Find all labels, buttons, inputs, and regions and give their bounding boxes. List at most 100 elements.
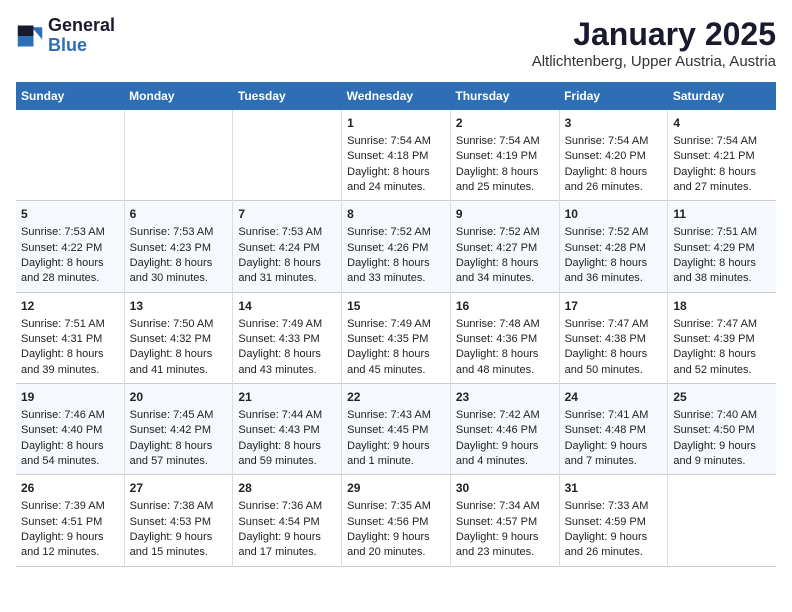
day-info: Sunrise: 7:39 AM bbox=[21, 499, 119, 514]
calendar-cell: 29Sunrise: 7:35 AMSunset: 4:56 PMDayligh… bbox=[342, 475, 451, 566]
day-number: 1 bbox=[347, 115, 445, 132]
calendar-cell: 15Sunrise: 7:49 AMSunset: 4:35 PMDayligh… bbox=[342, 292, 451, 383]
day-number: 5 bbox=[21, 206, 119, 223]
logo-line2: Blue bbox=[48, 36, 115, 56]
day-number: 24 bbox=[565, 389, 663, 406]
day-info: Daylight: 8 hours bbox=[238, 256, 336, 271]
day-info: Daylight: 8 hours bbox=[456, 347, 554, 362]
day-number: 2 bbox=[456, 115, 554, 132]
calendar-subtitle: Altlichtenberg, Upper Austria, Austria bbox=[532, 53, 776, 70]
day-number: 17 bbox=[565, 298, 663, 315]
calendar-cell: 23Sunrise: 7:42 AMSunset: 4:46 PMDayligh… bbox=[450, 384, 559, 475]
logo-text: General Blue bbox=[48, 16, 115, 56]
day-info: Sunset: 4:18 PM bbox=[347, 149, 445, 164]
column-header-tuesday: Tuesday bbox=[233, 82, 342, 110]
day-info: Daylight: 8 hours bbox=[130, 439, 228, 454]
calendar-cell: 3Sunrise: 7:54 AMSunset: 4:20 PMDaylight… bbox=[559, 110, 668, 201]
day-number: 22 bbox=[347, 389, 445, 406]
column-header-monday: Monday bbox=[124, 82, 233, 110]
day-info: and 50 minutes. bbox=[565, 363, 663, 378]
day-info: Sunrise: 7:36 AM bbox=[238, 499, 336, 514]
calendar-cell bbox=[124, 110, 233, 201]
day-info: Sunset: 4:46 PM bbox=[456, 423, 554, 438]
day-number: 11 bbox=[673, 206, 771, 223]
day-info: Sunset: 4:20 PM bbox=[565, 149, 663, 164]
day-info: Sunrise: 7:46 AM bbox=[21, 408, 119, 423]
day-info: Sunrise: 7:54 AM bbox=[456, 134, 554, 149]
day-info: and 9 minutes. bbox=[673, 454, 771, 469]
day-info: Daylight: 8 hours bbox=[238, 439, 336, 454]
day-info: Sunrise: 7:54 AM bbox=[347, 134, 445, 149]
day-info: Daylight: 8 hours bbox=[565, 165, 663, 180]
day-info: and 33 minutes. bbox=[347, 271, 445, 286]
day-info: Sunrise: 7:45 AM bbox=[130, 408, 228, 423]
day-info: Sunrise: 7:49 AM bbox=[238, 317, 336, 332]
day-info: Daylight: 8 hours bbox=[673, 256, 771, 271]
calendar-cell: 21Sunrise: 7:44 AMSunset: 4:43 PMDayligh… bbox=[233, 384, 342, 475]
day-info: and 28 minutes. bbox=[21, 271, 119, 286]
day-info: Daylight: 8 hours bbox=[456, 165, 554, 180]
calendar-cell: 4 Sunrise: 7:54 AMSunset: 4:21 PMDaylight… bbox=[668, 110, 776, 201]
calendar-week-row: 26Sunrise: 7:39 AMSunset: 4:51 PMDayligh… bbox=[16, 475, 776, 566]
day-info: Sunrise: 7:53 AM bbox=[21, 225, 119, 240]
day-info: Sunset: 4:51 PM bbox=[21, 515, 119, 530]
calendar-cell: 7Sunrise: 7:53 AMSunset: 4:24 PMDaylight… bbox=[233, 201, 342, 292]
day-info: Sunset: 4:57 PM bbox=[456, 515, 554, 530]
day-info: Sunset: 4:43 PM bbox=[238, 423, 336, 438]
calendar-cell: 2Sunrise: 7:54 AMSunset: 4:19 PMDaylight… bbox=[450, 110, 559, 201]
day-info: Daylight: 9 hours bbox=[456, 530, 554, 545]
day-info: and 39 minutes. bbox=[21, 363, 119, 378]
day-info: Daylight: 8 hours bbox=[565, 347, 663, 362]
day-info: Daylight: 8 hours bbox=[456, 256, 554, 271]
day-number: 16 bbox=[456, 298, 554, 315]
calendar-cell: 13Sunrise: 7:50 AMSunset: 4:32 PMDayligh… bbox=[124, 292, 233, 383]
calendar-cell: 18Sunrise: 7:47 AMSunset: 4:39 PMDayligh… bbox=[668, 292, 776, 383]
day-info: Daylight: 8 hours bbox=[673, 165, 771, 180]
day-info: Sunset: 4:26 PM bbox=[347, 241, 445, 256]
day-info: and 17 minutes. bbox=[238, 545, 336, 560]
day-number: 28 bbox=[238, 480, 336, 497]
day-info: Sunrise: 7:41 AM bbox=[565, 408, 663, 423]
day-info: Daylight: 8 hours bbox=[565, 256, 663, 271]
day-info: and 36 minutes. bbox=[565, 271, 663, 286]
day-number: 21 bbox=[238, 389, 336, 406]
day-number: 14 bbox=[238, 298, 336, 315]
day-info: Sunset: 4:48 PM bbox=[565, 423, 663, 438]
day-info: and 20 minutes. bbox=[347, 545, 445, 560]
day-info: Sunrise: 7:40 AM bbox=[673, 408, 771, 423]
column-header-saturday: Saturday bbox=[668, 82, 776, 110]
day-info: Sunrise: 7:47 AM bbox=[673, 317, 771, 332]
day-info: and 38 minutes. bbox=[673, 271, 771, 286]
day-info: Sunrise: 7:52 AM bbox=[456, 225, 554, 240]
day-info: Daylight: 8 hours bbox=[130, 347, 228, 362]
day-info: and 26 minutes. bbox=[565, 180, 663, 195]
calendar-cell: 25Sunrise: 7:40 AMSunset: 4:50 PMDayligh… bbox=[668, 384, 776, 475]
day-info: Sunrise: 7:54 AM bbox=[565, 134, 663, 149]
day-info: Sunset: 4:21 PM bbox=[673, 149, 771, 164]
column-header-thursday: Thursday bbox=[450, 82, 559, 110]
column-header-friday: Friday bbox=[559, 82, 668, 110]
day-number: 13 bbox=[130, 298, 228, 315]
calendar-header-row: SundayMondayTuesdayWednesdayThursdayFrid… bbox=[16, 82, 776, 110]
day-info: Daylight: 8 hours bbox=[347, 347, 445, 362]
day-number: 8 bbox=[347, 206, 445, 223]
day-info: and 15 minutes. bbox=[130, 545, 228, 560]
calendar-cell: 26Sunrise: 7:39 AMSunset: 4:51 PMDayligh… bbox=[16, 475, 124, 566]
day-info: and 54 minutes. bbox=[21, 454, 119, 469]
day-info: Sunrise: 7:51 AM bbox=[21, 317, 119, 332]
page-header: General Blue January 2025 Altlichtenberg… bbox=[16, 16, 776, 70]
day-info: Sunrise: 7:53 AM bbox=[130, 225, 228, 240]
day-info: and 1 minute. bbox=[347, 454, 445, 469]
day-info: Sunset: 4:53 PM bbox=[130, 515, 228, 530]
day-info: Daylight: 8 hours bbox=[673, 347, 771, 362]
day-number: 4 bbox=[673, 115, 771, 132]
day-info: Sunset: 4:42 PM bbox=[130, 423, 228, 438]
calendar-cell: 8Sunrise: 7:52 AMSunset: 4:26 PMDaylight… bbox=[342, 201, 451, 292]
day-info: Daylight: 9 hours bbox=[21, 530, 119, 545]
day-info: Sunset: 4:31 PM bbox=[21, 332, 119, 347]
day-info: Daylight: 9 hours bbox=[565, 530, 663, 545]
day-info: Daylight: 8 hours bbox=[21, 439, 119, 454]
day-info: Sunrise: 7:35 AM bbox=[347, 499, 445, 514]
day-info: Sunset: 4:32 PM bbox=[130, 332, 228, 347]
day-info: Sunrise: 7:54 AM bbox=[673, 134, 771, 149]
